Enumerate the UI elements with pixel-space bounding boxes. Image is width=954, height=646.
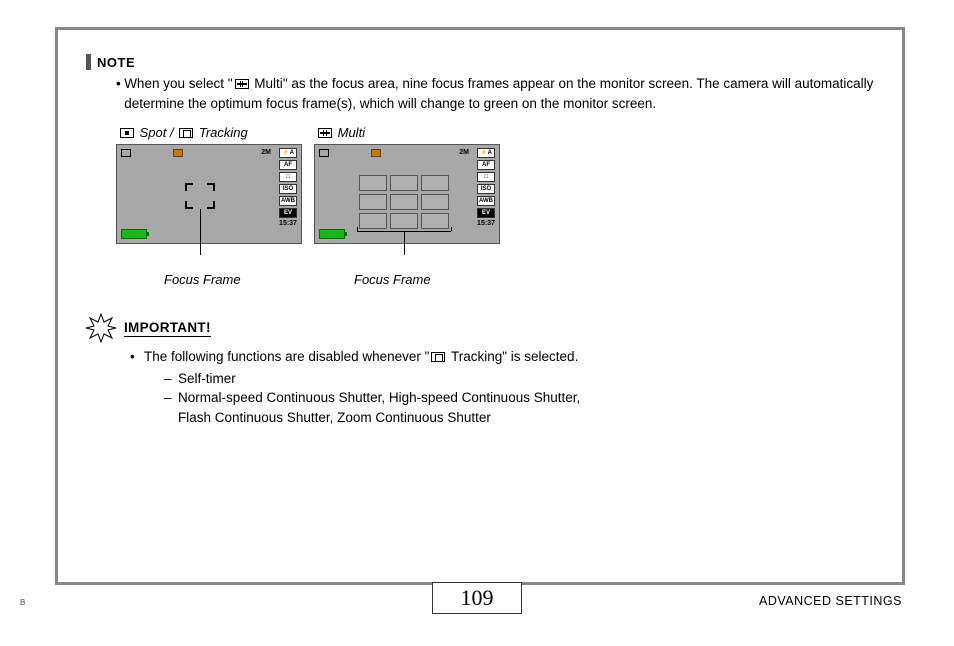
label-tracking: Tracking <box>199 125 248 140</box>
lcd-screenshot-spot: 2M ⚡A AF □ ISO AWB EV 15:37 <box>116 144 302 244</box>
lcd-mode-icon <box>319 149 329 157</box>
page-footer: B 109 ADVANCED SETTINGS <box>0 594 954 634</box>
tracking-icon <box>179 128 193 138</box>
lcd-ev-indicator: EV <box>477 208 495 218</box>
focus-cell <box>390 194 418 210</box>
lcd-side-strip: ⚡A AF □ ISO AWB EV 15:37 <box>277 148 299 227</box>
page-content: NOTE • When you select " Multi" as the f… <box>86 54 876 427</box>
important-intro-suffix: Tracking" is selected. <box>447 349 578 364</box>
focus-cell <box>359 213 387 229</box>
lcd-flash-indicator: ⚡A <box>279 148 297 158</box>
note-heading-row: NOTE <box>86 54 876 70</box>
corner-mark: B <box>20 598 25 607</box>
bullet-dot: • <box>116 74 124 113</box>
figure-captions: Focus Frame Focus Frame <box>116 272 876 287</box>
lcd-time: 15:37 <box>279 220 297 227</box>
focus-cell <box>390 213 418 229</box>
label-multi: Multi <box>338 125 365 140</box>
focus-cell <box>421 213 449 229</box>
lcd-rec-icon <box>173 149 183 157</box>
multi-focus-grid <box>359 175 449 229</box>
label-spot: Spot <box>140 125 167 140</box>
caption-left: Focus Frame <box>164 272 344 287</box>
list-item-text: Self-timer <box>178 369 236 389</box>
note-body: • When you select " Multi" as the focus … <box>116 74 876 113</box>
lcd-awb-indicator: AWB <box>279 196 297 206</box>
lcd-battery-icon <box>319 229 345 239</box>
lcd-iso-indicator: ISO <box>279 184 297 194</box>
spot-focus-frame <box>185 183 215 209</box>
important-heading-row: IMPORTANT! <box>86 313 876 343</box>
important-dash-list: – Self-timer – Normal-speed Continuous S… <box>164 369 608 428</box>
lcd-iso-indicator: ISO <box>477 184 495 194</box>
lcd-flash-indicator: ⚡A <box>477 148 495 158</box>
spot-icon <box>120 128 134 138</box>
list-item: – Normal-speed Continuous Shutter, High-… <box>164 388 608 427</box>
caption-right: Focus Frame <box>354 272 431 287</box>
multi-icon <box>318 128 332 138</box>
lcd-af-indicator: AF <box>279 160 297 170</box>
lcd-mode-icon <box>121 149 131 157</box>
note-text-prefix: When you select " <box>124 76 232 91</box>
focus-cell <box>359 175 387 191</box>
important-intro: The following functions are disabled whe… <box>144 347 608 427</box>
list-item-text: Normal-speed Continuous Shutter, High-sp… <box>178 388 608 427</box>
corner-icon <box>207 183 215 191</box>
lcd-size-indicator: 2M <box>459 149 469 156</box>
callout-tick <box>357 227 358 231</box>
important-intro-prefix: The following functions are disabled whe… <box>144 349 429 364</box>
dash-icon: – <box>164 388 178 427</box>
focus-cell <box>421 175 449 191</box>
corner-icon <box>185 183 193 191</box>
label-sep: / <box>166 125 177 140</box>
note-text: When you select " Multi" as the focus ar… <box>124 74 876 113</box>
note-accent-bar <box>86 54 91 70</box>
note-heading: NOTE <box>97 55 135 70</box>
figure-left-column: Spot / Tracking 2M ⚡A AF □ ISO AWB EV 15… <box>116 125 306 244</box>
lcd-ev-indicator: EV <box>279 208 297 218</box>
lcd-battery-icon <box>121 229 147 239</box>
tracking-icon <box>431 352 445 362</box>
lcd-time: 15:37 <box>477 220 495 227</box>
list-item: – Self-timer <box>164 369 608 389</box>
lcd-focus-indicator: □ <box>279 172 297 182</box>
focus-cell <box>359 194 387 210</box>
lcd-size-indicator: 2M <box>261 149 271 156</box>
figure-right-column: Multi 2M ⚡A AF □ ISO AWB EV 15:37 <box>314 125 504 244</box>
corner-icon <box>185 201 193 209</box>
figure-row: Spot / Tracking 2M ⚡A AF □ ISO AWB EV 15… <box>116 125 876 244</box>
lcd-screenshot-multi: 2M ⚡A AF □ ISO AWB EV 15:37 <box>314 144 500 244</box>
lcd-side-strip: ⚡A AF □ ISO AWB EV 15:37 <box>475 148 497 227</box>
callout-line <box>404 231 405 255</box>
page-number: 109 <box>432 582 522 614</box>
page-frame: NOTE • When you select " Multi" as the f… <box>55 27 905 585</box>
focus-cell <box>421 194 449 210</box>
lcd-rec-icon <box>371 149 381 157</box>
figure-right-label: Multi <box>316 125 504 140</box>
burst-icon <box>86 313 116 343</box>
section-label: ADVANCED SETTINGS <box>759 594 902 608</box>
figure-left-label: Spot / Tracking <box>118 125 306 140</box>
lcd-focus-indicator: □ <box>477 172 495 182</box>
callout-line <box>200 209 201 255</box>
bullet-dot: • <box>130 347 144 427</box>
dash-icon: – <box>164 369 178 389</box>
note-icon-label: Multi <box>254 76 283 91</box>
lcd-awb-indicator: AWB <box>477 196 495 206</box>
important-body: • The following functions are disabled w… <box>130 347 876 427</box>
corner-icon <box>207 201 215 209</box>
focus-cell <box>390 175 418 191</box>
important-heading: IMPORTANT! <box>124 320 211 337</box>
callout-tick <box>451 227 452 231</box>
lcd-af-indicator: AF <box>477 160 495 170</box>
multi-icon <box>235 79 249 89</box>
